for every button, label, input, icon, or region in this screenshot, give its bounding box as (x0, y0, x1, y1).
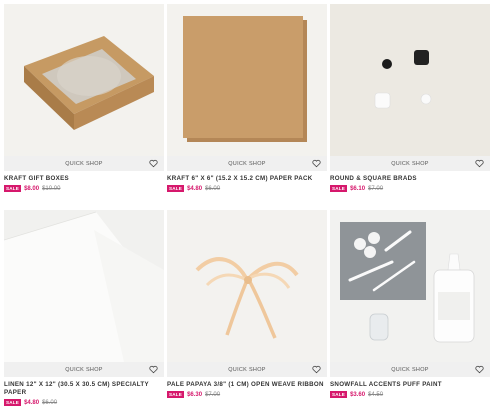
quick-shop-button[interactable]: QUICK SHOP (65, 161, 103, 167)
product-grid: QUICK SHOP KRAFT GIFT BOXES SALE $8.00 $… (0, 0, 490, 417)
product-card-linen-paper[interactable]: QUICK SHOP LINEN 12" X 12" (30.5 X 30.5 … (4, 210, 164, 406)
quick-shop-bar[interactable]: QUICK SHOP (4, 156, 164, 171)
product-card-kraft-gift-boxes[interactable]: QUICK SHOP KRAFT GIFT BOXES SALE $8.00 $… (4, 4, 164, 192)
original-price: $4.50 (368, 391, 384, 398)
heart-icon[interactable] (149, 159, 158, 168)
heart-icon[interactable] (475, 159, 484, 168)
product-title[interactable]: PALE PAPAYA 3/8" (1 CM) OPEN WEAVE RIBBO… (167, 381, 327, 389)
sale-price: $6.10 (350, 185, 366, 192)
sale-price: $4.80 (24, 399, 40, 406)
original-price: $7.00 (368, 185, 384, 192)
quick-shop-button[interactable]: QUICK SHOP (391, 161, 429, 167)
heart-icon[interactable] (312, 365, 321, 374)
sale-badge: SALE (4, 399, 22, 406)
sale-price: $8.00 (24, 185, 40, 192)
product-card-round-square-brads[interactable]: QUICK SHOP ROUND & SQUARE BRADS SALE $6.… (330, 4, 490, 192)
price-row: SALE $6.10 $7.00 (330, 185, 490, 192)
product-card-kraft-paper-pack[interactable]: QUICK SHOP KRAFT 6" X 6" (15.2 X 15.2 CM… (167, 4, 327, 192)
sale-badge: SALE (167, 391, 185, 398)
heart-icon[interactable] (312, 159, 321, 168)
sale-price: $3.60 (350, 391, 366, 398)
product-image[interactable] (167, 4, 327, 156)
product-image[interactable] (4, 210, 164, 362)
product-title[interactable]: KRAFT GIFT BOXES (4, 175, 164, 183)
quick-shop-bar[interactable]: QUICK SHOP (4, 362, 164, 377)
heart-icon[interactable] (149, 365, 158, 374)
product-card-pale-papaya-ribbon[interactable]: QUICK SHOP PALE PAPAYA 3/8" (1 CM) OPEN … (167, 210, 327, 398)
sale-badge: SALE (330, 185, 348, 192)
original-price: $7.00 (205, 391, 221, 398)
price-row: SALE $4.80 $6.00 (4, 399, 164, 406)
price-row: SALE $6.30 $7.00 (167, 391, 327, 398)
product-title[interactable]: SNOWFALL ACCENTS PUFF PAINT (330, 381, 490, 389)
quick-shop-button[interactable]: QUICK SHOP (228, 367, 266, 373)
heart-icon[interactable] (475, 365, 484, 374)
product-card-snowfall-puff-paint[interactable]: QUICK SHOP SNOWFALL ACCENTS PUFF PAINT S… (330, 210, 490, 398)
quick-shop-bar[interactable]: QUICK SHOP (167, 362, 327, 377)
quick-shop-button[interactable]: QUICK SHOP (391, 367, 429, 373)
sale-price: $6.30 (187, 391, 203, 398)
quick-shop-button[interactable]: QUICK SHOP (228, 161, 266, 167)
original-price: $6.00 (42, 399, 58, 406)
original-price: $10.00 (42, 185, 61, 192)
quick-shop-bar[interactable]: QUICK SHOP (330, 156, 490, 171)
product-image[interactable] (330, 4, 490, 156)
product-title[interactable]: KRAFT 6" X 6" (15.2 X 15.2 CM) PAPER PAC… (167, 175, 327, 183)
product-image[interactable] (167, 210, 327, 362)
price-row: SALE $4.80 $6.00 (167, 185, 327, 192)
price-row: SALE $3.60 $4.50 (330, 391, 490, 398)
product-title[interactable]: ROUND & SQUARE BRADS (330, 175, 490, 183)
quick-shop-bar[interactable]: QUICK SHOP (330, 362, 490, 377)
sale-badge: SALE (330, 391, 348, 398)
sale-badge: SALE (4, 185, 22, 192)
product-image[interactable] (330, 210, 490, 362)
quick-shop-bar[interactable]: QUICK SHOP (167, 156, 327, 171)
product-title[interactable]: LINEN 12" X 12" (30.5 X 30.5 CM) SPECIAL… (4, 381, 164, 397)
original-price: $6.00 (205, 185, 221, 192)
quick-shop-button[interactable]: QUICK SHOP (65, 367, 103, 373)
product-image[interactable] (4, 4, 164, 156)
sale-badge: SALE (167, 185, 185, 192)
price-row: SALE $8.00 $10.00 (4, 185, 164, 192)
sale-price: $4.80 (187, 185, 203, 192)
